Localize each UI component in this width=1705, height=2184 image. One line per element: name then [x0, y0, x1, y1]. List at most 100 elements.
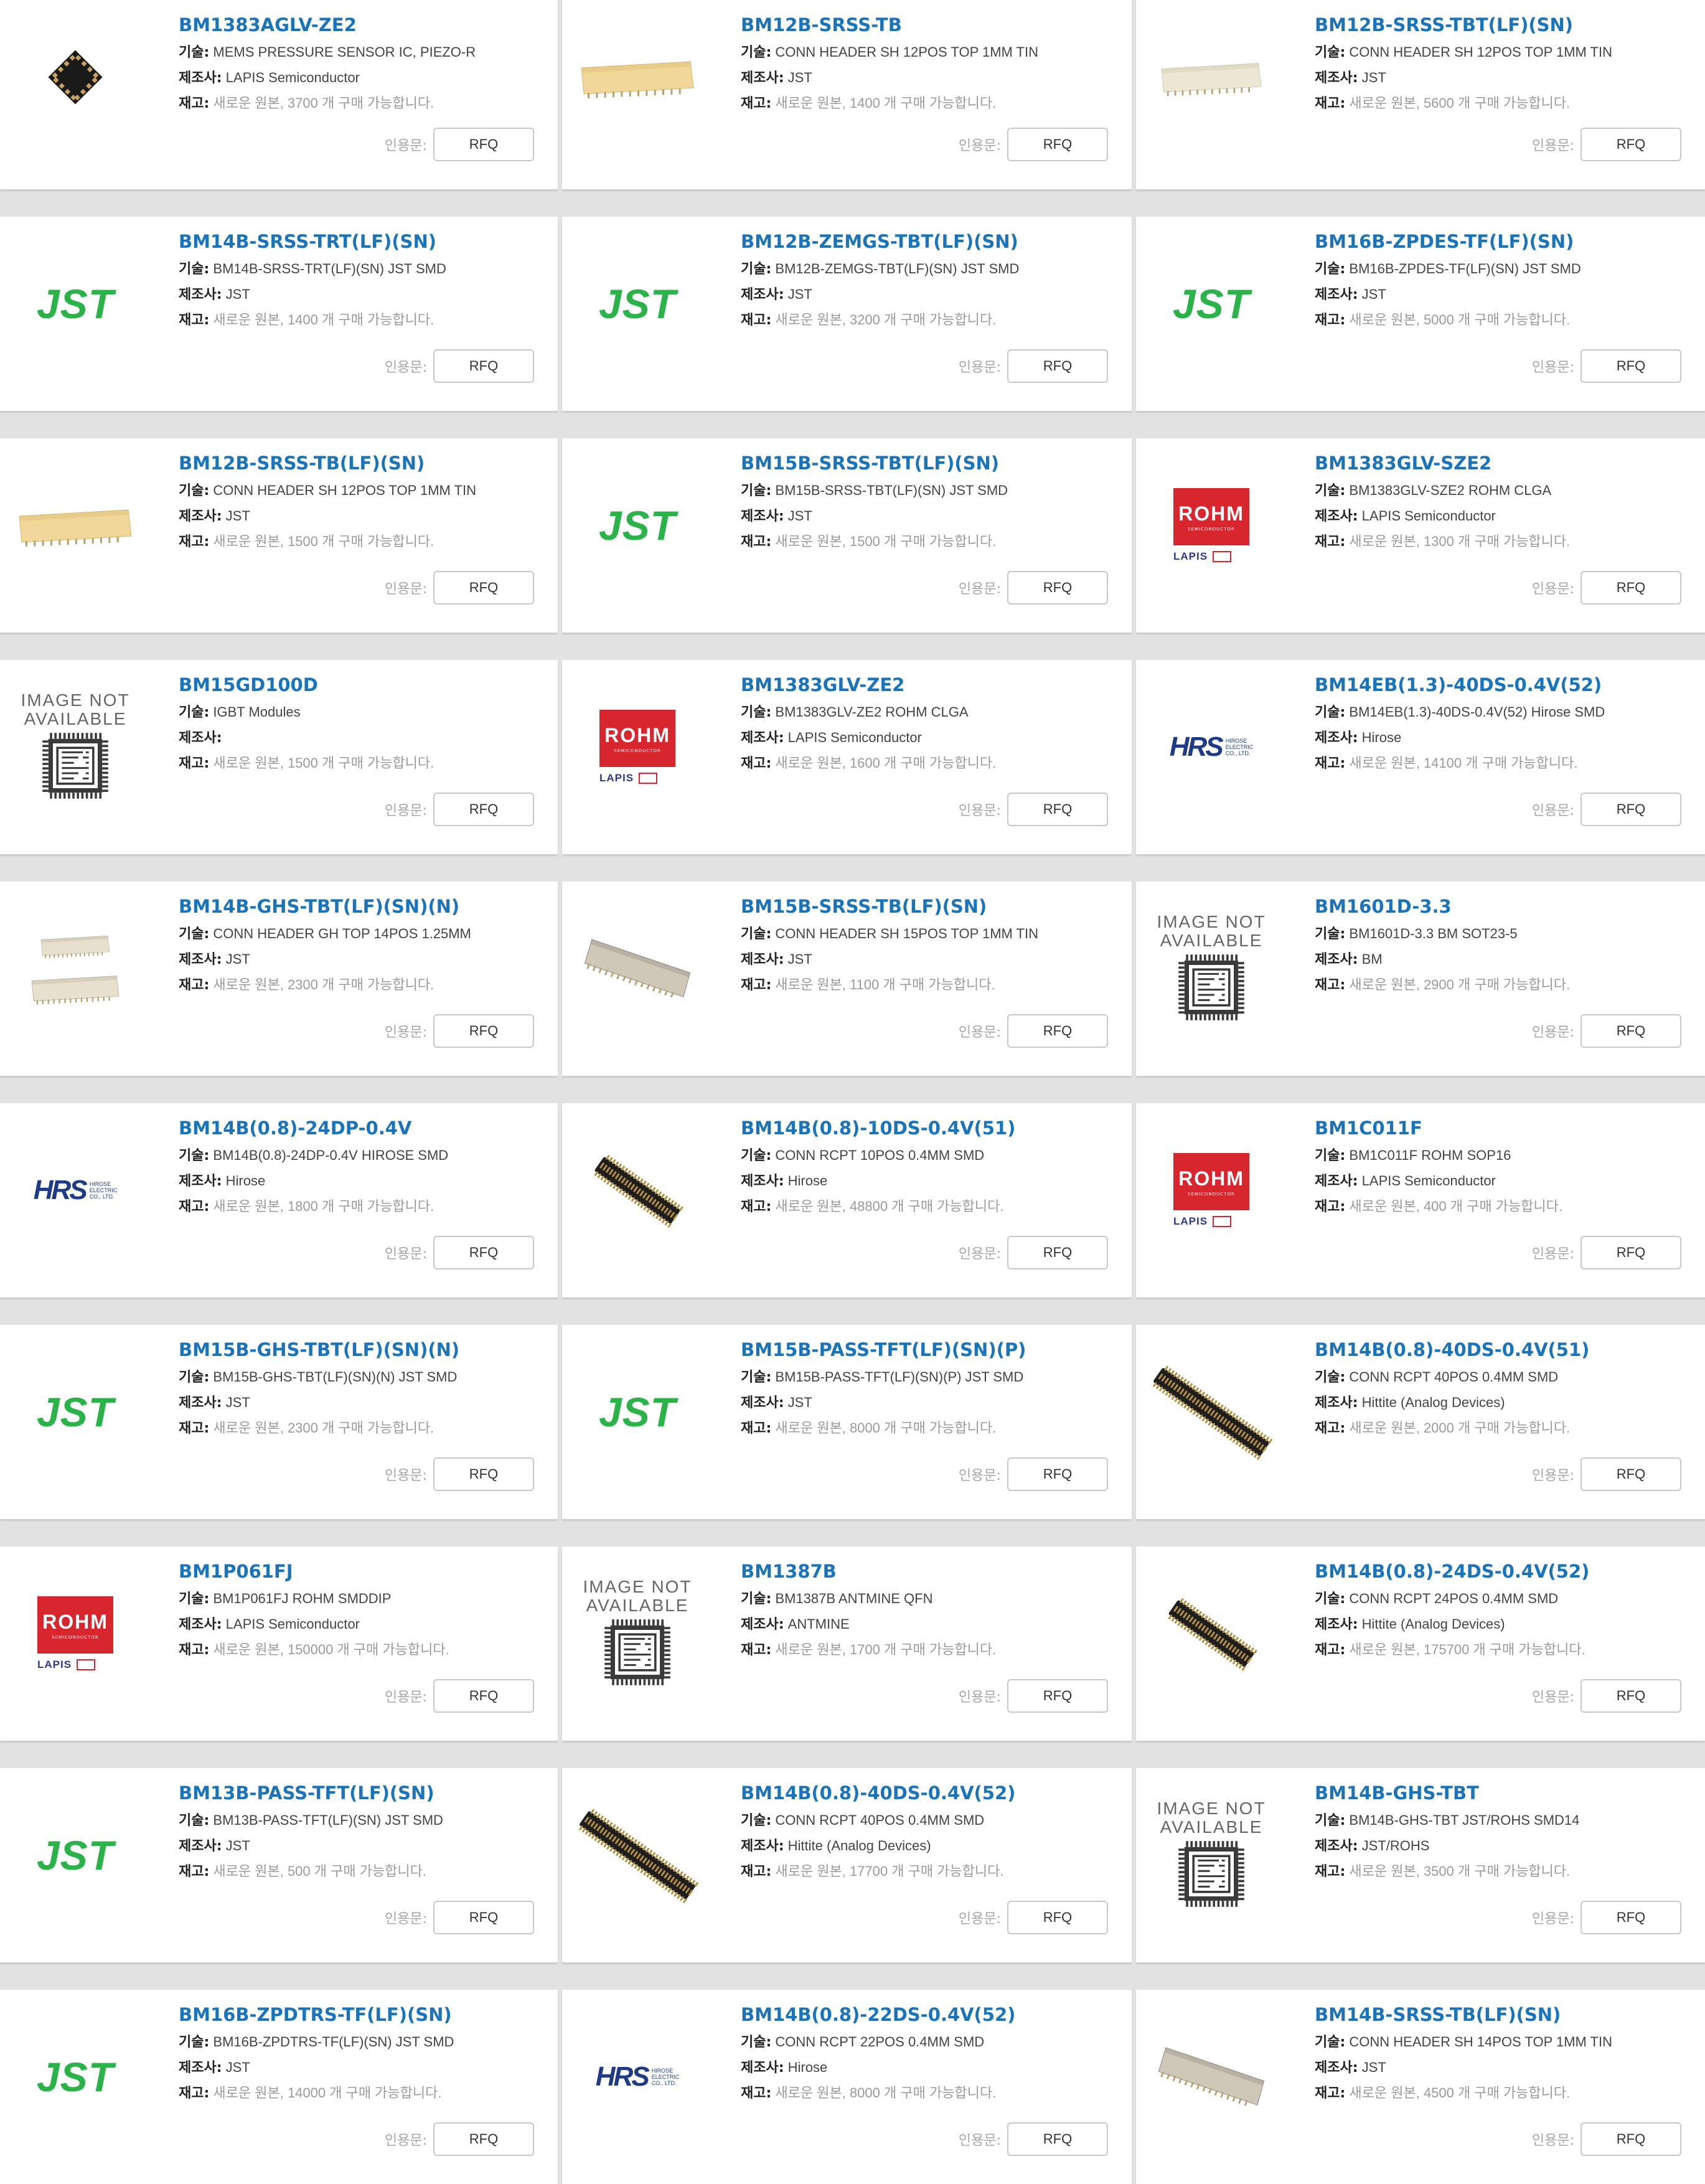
rfq-button[interactable]: RFQ	[433, 571, 534, 605]
part-number-link[interactable]: BM14B(0.8)-24DS-0.4V(52)	[1315, 1560, 1693, 1583]
part-number-link[interactable]: BM14B(0.8)-24DP-0.4V	[179, 1117, 545, 1139]
rfq-button[interactable]: RFQ	[1581, 349, 1681, 383]
rfq-button[interactable]: RFQ	[1007, 1679, 1108, 1713]
product-image[interactable]	[571, 15, 704, 139]
product-image[interactable]: ROHM SEMICONDUCTOR LAPIS	[9, 1571, 142, 1696]
product-image[interactable]: JST	[571, 1350, 704, 1474]
part-number-link[interactable]: BM15GD100D	[179, 674, 545, 696]
product-image[interactable]: IMAGE NOT AVAILABLE	[1145, 1793, 1278, 1918]
product-image[interactable]	[9, 463, 142, 588]
product-image[interactable]	[9, 906, 142, 1031]
product-image[interactable]: HRS HIROSE ELECTRIC CO., LTD.	[1145, 685, 1278, 809]
product-image[interactable]: JST	[9, 1350, 142, 1474]
rfq-button[interactable]: RFQ	[1007, 1901, 1108, 1934]
product-image[interactable]	[1145, 2015, 1278, 2139]
product-image[interactable]	[1145, 1350, 1278, 1474]
rfq-button[interactable]: RFQ	[1581, 1457, 1681, 1491]
product-info: BM14B(0.8)-22DS-0.4V(52) 기술: CONN RCPT 2…	[741, 2003, 1119, 2106]
part-number-link[interactable]: BM13B-PASS-TFT(LF)(SN)	[179, 1782, 545, 1804]
rfq-button[interactable]: RFQ	[1581, 1901, 1681, 1934]
manufacturer-value: JST	[1361, 2059, 1386, 2075]
rfq-button[interactable]: RFQ	[1581, 1679, 1681, 1713]
part-number-link[interactable]: BM15B-GHS-TBT(LF)(SN)(N)	[179, 1339, 545, 1361]
product-image[interactable]: ROHM SEMICONDUCTOR LAPIS	[1145, 1128, 1278, 1253]
product-image[interactable]: JST	[9, 242, 142, 366]
rfq-button[interactable]: RFQ	[1007, 349, 1108, 383]
part-number-link[interactable]: BM12B-ZEMGS-TBT(LF)(SN)	[741, 230, 1119, 253]
product-image[interactable]: IMAGE NOT AVAILABLE	[571, 1571, 704, 1696]
part-number-link[interactable]: BM1387B	[741, 1560, 1119, 1583]
product-image[interactable]: HRS HIROSE ELECTRIC CO., LTD.	[9, 1128, 142, 1253]
product-image[interactable]: HRS HIROSE ELECTRIC CO., LTD.	[571, 2015, 704, 2139]
rfq-button[interactable]: RFQ	[1581, 2122, 1681, 2156]
rfq-button[interactable]: RFQ	[1007, 1457, 1108, 1491]
rfq-button[interactable]: RFQ	[433, 1901, 534, 1934]
part-number-link[interactable]: BM14B-GHS-TBT(LF)(SN)(N)	[179, 895, 545, 918]
product-image[interactable]: JST	[9, 2015, 142, 2139]
rfq-button[interactable]: RFQ	[1581, 793, 1681, 826]
rfq-button[interactable]: RFQ	[1007, 571, 1108, 605]
rfq-button[interactable]: RFQ	[1007, 1014, 1108, 1048]
rfq-button[interactable]: RFQ	[1007, 128, 1108, 161]
rfq-button[interactable]: RFQ	[433, 1679, 534, 1713]
part-number-link[interactable]: BM14B(0.8)-40DS-0.4V(52)	[741, 1782, 1119, 1804]
product-image[interactable]	[571, 1128, 704, 1253]
part-number-link[interactable]: BM16B-ZPDES-TF(LF)(SN)	[1315, 230, 1693, 253]
product-image[interactable]: JST	[571, 463, 704, 588]
part-number-link[interactable]: BM16B-ZPDTRS-TF(LF)(SN)	[179, 2003, 545, 2026]
part-number-link[interactable]: BM14B(0.8)-10DS-0.4V(51)	[741, 1117, 1119, 1139]
quote-label: 인용문:	[384, 138, 427, 154]
rfq-button[interactable]: RFQ	[433, 1014, 534, 1048]
rfq-button[interactable]: RFQ	[1007, 793, 1108, 826]
part-number-link[interactable]: BM12B-SRSS-TBT(LF)(SN)	[1315, 14, 1693, 36]
part-number-link[interactable]: BM12B-SRSS-TB(LF)(SN)	[179, 452, 545, 474]
product-image[interactable]: JST	[571, 242, 704, 366]
part-number-link[interactable]: BM14B(0.8)-40DS-0.4V(51)	[1315, 1339, 1693, 1361]
rfq-button[interactable]: RFQ	[433, 793, 534, 826]
rfq-button[interactable]: RFQ	[1581, 1014, 1681, 1048]
part-number-link[interactable]: BM1383GLV-SZE2	[1315, 452, 1693, 474]
product-image[interactable]	[571, 1793, 704, 1918]
description-value: BM14B(0.8)-24DP-0.4V HIROSE SMD	[213, 1147, 449, 1163]
product-image[interactable]: JST	[1145, 242, 1278, 366]
rfq-button[interactable]: RFQ	[433, 128, 534, 161]
rfq-button[interactable]: RFQ	[1581, 571, 1681, 605]
part-number-link[interactable]: BM1383GLV-ZE2	[741, 674, 1119, 696]
part-number-link[interactable]: BM14B-GHS-TBT	[1315, 1782, 1693, 1804]
description-line: 기술: BM15B-SRSS-TBT(LF)(SN) JST SMD	[741, 478, 1119, 504]
part-number-link[interactable]: BM1C011F	[1315, 1117, 1693, 1139]
rfq-button[interactable]: RFQ	[1007, 2122, 1108, 2156]
product-image[interactable]: IMAGE NOT AVAILABLE	[1145, 906, 1278, 1031]
description-line: 기술: CONN RCPT 40POS 0.4MM SMD	[1315, 1365, 1693, 1390]
part-number-link[interactable]: BM15B-PASS-TFT(LF)(SN)(P)	[741, 1339, 1119, 1361]
part-number-link[interactable]: BM14B(0.8)-22DS-0.4V(52)	[741, 2003, 1119, 2026]
part-number-link[interactable]: BM15B-SRSS-TBT(LF)(SN)	[741, 452, 1119, 474]
quote-area: 인용문: RFQ	[385, 793, 534, 826]
stock-value: 새로운 원본, 1500 개 구매 가능합니다.	[775, 534, 997, 549]
description-line: 기술: CONN RCPT 24POS 0.4MM SMD	[1315, 1586, 1693, 1612]
product-image[interactable]	[571, 906, 704, 1031]
part-number-link[interactable]: BM1601D-3.3	[1315, 895, 1693, 918]
rfq-button[interactable]: RFQ	[1581, 128, 1681, 161]
rfq-button[interactable]: RFQ	[433, 1236, 534, 1269]
part-number-link[interactable]: BM1P061FJ	[179, 1560, 545, 1583]
product-image[interactable]	[1145, 1571, 1278, 1696]
rfq-button[interactable]: RFQ	[433, 349, 534, 383]
product-image[interactable]: ROHM SEMICONDUCTOR LAPIS	[1145, 463, 1278, 588]
part-number-link[interactable]: BM14B-SRSS-TRT(LF)(SN)	[179, 230, 545, 253]
part-number-link[interactable]: BM1383AGLV-ZE2	[179, 14, 545, 36]
product-image[interactable]: ROHM SEMICONDUCTOR LAPIS	[571, 685, 704, 809]
product-image[interactable]: JST	[9, 1793, 142, 1918]
rfq-button[interactable]: RFQ	[1581, 1236, 1681, 1269]
part-number-link[interactable]: BM14B-SRSS-TB(LF)(SN)	[1315, 2003, 1693, 2026]
part-number-link[interactable]: BM12B-SRSS-TB	[741, 14, 1119, 36]
manufacturer-label: 제조사:	[741, 70, 784, 86]
rfq-button[interactable]: RFQ	[433, 2122, 534, 2156]
part-number-link[interactable]: BM14EB(1.3)-40DS-0.4V(52)	[1315, 674, 1693, 696]
rfq-button[interactable]: RFQ	[433, 1457, 534, 1491]
product-image[interactable]	[9, 15, 142, 139]
part-number-link[interactable]: BM15B-SRSS-TB(LF)(SN)	[741, 895, 1119, 918]
rfq-button[interactable]: RFQ	[1007, 1236, 1108, 1269]
product-image[interactable]: IMAGE NOT AVAILABLE	[9, 685, 142, 809]
product-image[interactable]	[1145, 15, 1278, 139]
